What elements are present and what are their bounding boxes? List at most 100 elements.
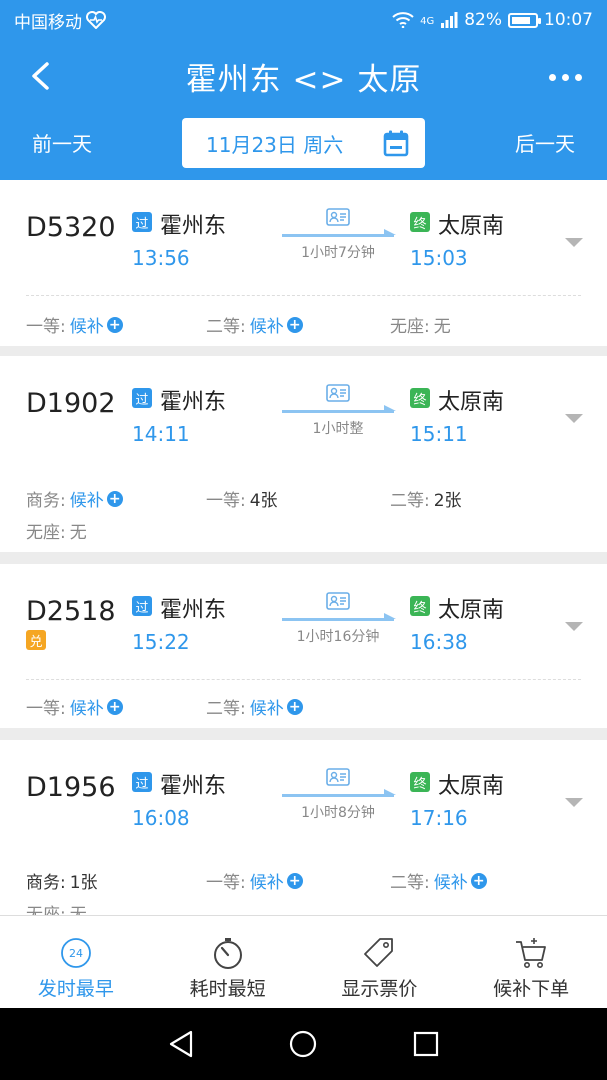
from-station: 霍州东 [160,390,227,415]
nav-home-icon[interactable] [288,1029,318,1059]
to-station: 太原南 [438,390,505,415]
divider [26,679,581,680]
toolbar-label: 发时最早 [37,978,114,1000]
expand-caret-icon[interactable] [565,238,583,247]
more-dot-icon [561,73,569,81]
seat-no-seat: 无座: 无 [26,900,87,915]
waitlist-link[interactable]: 候补 [250,312,284,337]
more-dot-icon [548,73,556,81]
to-station: 太原南 [438,214,505,239]
waitlist-link[interactable]: 候补 [70,312,104,337]
terminal-station-tag: 终 [410,772,430,792]
cart-add-icon [516,938,547,968]
next-day-button[interactable]: 后一天 [515,128,575,157]
nav-recents-icon[interactable] [412,1030,440,1058]
train-list: D5320 过 霍州东 13:56 1小时7分钟 终 太原南 15:03 一等:… [0,180,607,915]
seat-second-class: 二等: 2张 [390,486,462,511]
train-number: D2518 [26,596,116,627]
arrive-time: 17:16 [410,806,468,830]
seat-availability: 2张 [433,491,462,511]
seat-label: 商务: [26,491,66,511]
waitlist-link[interactable]: 候补 [70,486,104,511]
date-label: 11月23日 周六 [206,132,344,157]
route-arrow [282,613,396,621]
seat-label: 一等: [26,699,66,719]
seat-label: 二等: [206,317,246,337]
sort-shortest-button[interactable]: 耗时最短 [152,916,304,1008]
waitlist-link[interactable]: 候补 [250,868,284,893]
add-waitlist-icon[interactable]: + [286,698,303,715]
battery-percent: 82% [464,10,502,30]
pass-station-tag: 过 [132,212,152,232]
seat-second-class: 二等: 候补 + [206,312,303,337]
header: 霍州东 <> 太原 前一天 11月23日 周六 后一天 [0,40,607,180]
seat-label: 一等: [206,491,246,511]
seat-availability: 无 [69,905,87,915]
waitlist-link[interactable]: 候补 [434,868,468,893]
from-station: 霍州东 [160,214,227,239]
train-card[interactable]: D5320 过 霍州东 13:56 1小时7分钟 终 太原南 15:03 一等:… [0,180,607,346]
train-card[interactable]: D1902 过 霍州东 14:11 1小时整 终 太原南 15:11 商务: 候… [0,356,607,552]
price-tag-icon [364,938,394,967]
add-waitlist-icon[interactable]: + [106,698,123,715]
from-station: 霍州东 [160,774,227,799]
train-number: D1902 [26,388,116,419]
depart-time: 16:08 [132,806,190,830]
seat-no-seat: 无座: 无 [26,518,87,543]
arrive-time: 15:03 [410,246,468,270]
expand-caret-icon[interactable] [565,798,583,807]
expand-caret-icon[interactable] [565,414,583,423]
route-arrow [282,229,396,237]
toolbar-label: 显示票价 [341,978,418,1000]
add-waitlist-icon[interactable]: + [106,490,123,507]
train-card[interactable]: D1956 过 霍州东 16:08 1小时8分钟 终 太原南 17:16 商务:… [0,740,607,915]
depart-time: 15:22 [132,630,190,654]
seat-second-class: 二等: 候补 + [206,694,303,719]
expand-caret-icon[interactable] [565,622,583,631]
seat-first-class: 一等: 候补 + [206,868,303,893]
id-card-icon [326,768,350,786]
seat-business-class: 商务: 候补 + [26,486,123,511]
calendar-icon [383,130,409,157]
id-card-icon [326,208,350,226]
health-heart-icon [86,11,106,29]
toolbar-label: 耗时最短 [189,978,266,1000]
waitlist-link[interactable]: 候补 [250,694,284,719]
sort-earliest-button[interactable]: 24 发时最早 [0,916,152,1008]
wifi-icon [392,12,414,28]
id-card-icon [326,592,350,610]
add-waitlist-icon[interactable]: + [470,872,487,889]
seat-first-class: 一等: 候补 + [26,694,123,719]
add-waitlist-icon[interactable]: + [106,316,123,333]
to-station: 太原南 [438,774,505,799]
waitlist-link[interactable]: 候补 [70,694,104,719]
pass-station-tag: 过 [132,772,152,792]
show-price-button[interactable]: 显示票价 [304,916,456,1008]
waitlist-order-button[interactable]: 候补下单 [455,916,607,1008]
train-card[interactable]: D2518 兑 过 霍州东 15:22 1小时16分钟 终 太原南 16:38 … [0,564,607,728]
exchange-badge: 兑 [26,630,46,650]
divider [26,295,581,296]
seat-label: 二等: [390,491,430,511]
more-button[interactable] [541,58,589,96]
add-waitlist-icon[interactable]: + [286,316,303,333]
clock: 10:07 [544,10,593,30]
id-card-icon [326,384,350,402]
add-waitlist-icon[interactable]: + [286,872,303,889]
seat-label: 一等: [206,873,246,893]
network-type: 4G [420,16,435,27]
depart-time: 14:11 [132,422,190,446]
terminal-station-tag: 终 [410,212,430,232]
date-picker[interactable]: 11月23日 周六 [182,118,425,168]
carrier-name: 中国移动 [14,12,82,33]
duration: 1小时整 [312,421,364,437]
from-station: 霍州东 [160,598,227,623]
nav-back-icon[interactable] [167,1029,195,1059]
seat-first-class: 一等: 候补 + [26,312,123,337]
seat-availability: 无 [433,317,451,337]
arrive-time: 15:11 [410,422,468,446]
system-nav-bar [0,1008,607,1080]
prev-day-button[interactable]: 前一天 [32,128,92,157]
status-bar: 中国移动 4G 82% 10:07 [0,0,607,40]
page-title: 霍州东 <> 太原 [185,62,422,98]
